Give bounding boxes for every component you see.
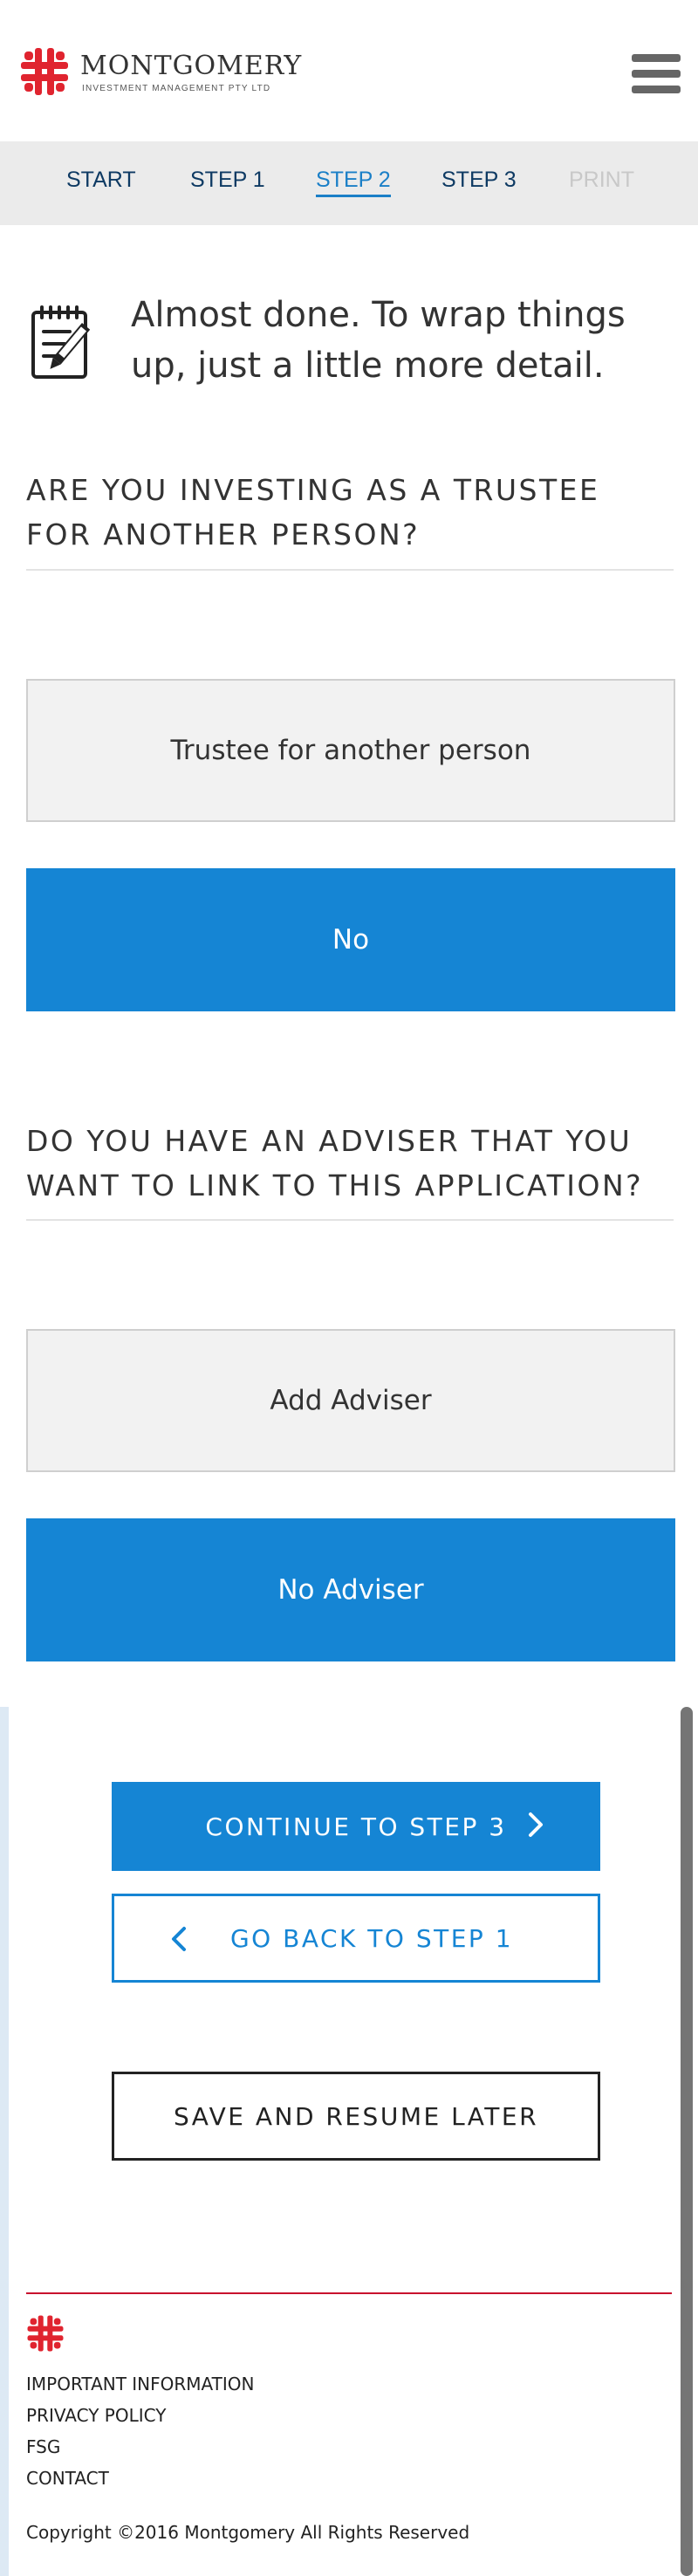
adviser-question-divider (26, 1219, 674, 1221)
footer-link-fsg[interactable]: FSG (26, 2436, 60, 2457)
no-adviser-button[interactable]: No Adviser (26, 1518, 675, 1661)
montgomery-logo-icon[interactable] (19, 46, 70, 97)
back-button-label: GO BACK TO STEP 1 (229, 1923, 514, 1953)
adviser-question-heading: DO YOU HAVE AN ADVISER THAT YOU WANT TO … (26, 1124, 644, 1202)
trustee-no-button[interactable]: No (26, 868, 675, 1011)
brand-name: Montgomery (80, 51, 303, 81)
step-3[interactable]: STEP 3 (441, 168, 517, 193)
continue-to-step-3-button[interactable]: CONTINUE TO STEP 3 (112, 1782, 600, 1871)
step-2-current[interactable]: STEP 2 (316, 168, 391, 197)
footer-logo-icon[interactable] (26, 2314, 65, 2353)
site-header: Montgomery INVESTMENT MANAGEMENT PTY LTD (0, 0, 698, 141)
hamburger-menu-icon[interactable] (632, 54, 681, 94)
trustee-question-divider (26, 569, 674, 571)
save-and-resume-later-button[interactable]: SAVE AND RESUME LATER (112, 2072, 600, 2161)
brand-tagline: INVESTMENT MANAGEMENT PTY LTD (82, 84, 271, 93)
intro-message: Almost done. To wrap things up, just a l… (131, 295, 626, 386)
step-print: PRINT (569, 168, 634, 192)
step-navigation: START STEP 1 STEP 2 STEP 3 PRINT (0, 141, 698, 225)
chevron-left-icon (172, 1927, 186, 1951)
continue-button-label: CONTINUE TO STEP 3 (205, 1812, 507, 1841)
footer-link-privacy-policy[interactable]: PRIVACY POLICY (26, 2405, 166, 2426)
chevron-right-icon (529, 1812, 543, 1837)
footer-link-important-information[interactable]: IMPORTANT INFORMATION (26, 2374, 254, 2394)
go-back-to-step-1-button[interactable]: GO BACK TO STEP 1 (112, 1894, 600, 1983)
add-adviser-button[interactable]: Add Adviser (26, 1329, 675, 1472)
trustee-question-heading: ARE YOU INVESTING AS A TRUSTEE FOR ANOTH… (26, 473, 600, 552)
step-1[interactable]: STEP 1 (190, 168, 265, 193)
left-edge-strip (0, 1707, 9, 2576)
step-start[interactable]: START (66, 168, 136, 193)
copyright-text: Copyright ©2016 Montgomery All Rights Re… (26, 2522, 470, 2543)
trustee-for-another-person-button[interactable]: Trustee for another person (26, 679, 675, 822)
scrollbar[interactable] (681, 1707, 693, 2576)
notepad-pencil-icon (31, 305, 91, 379)
footer-divider (26, 2292, 672, 2294)
footer-link-contact[interactable]: CONTACT (26, 2468, 109, 2489)
